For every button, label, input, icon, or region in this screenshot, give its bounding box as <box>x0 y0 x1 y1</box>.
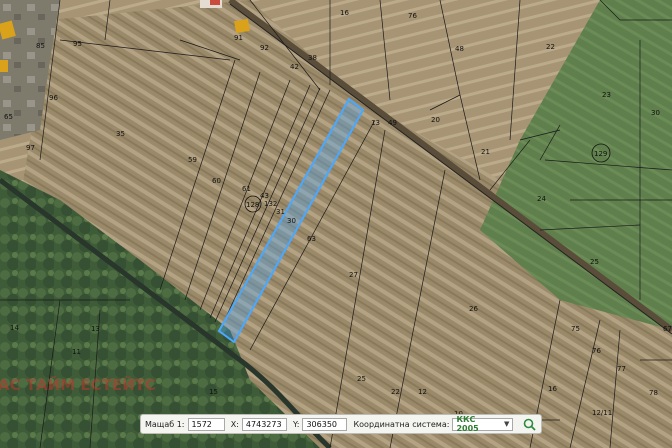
parcel-label: 16 <box>548 385 557 393</box>
parcel-label: 65 <box>4 113 13 121</box>
parcel-label: 59 <box>188 156 197 164</box>
search-icon[interactable] <box>521 416 537 432</box>
cadastral-map[interactable]: 16 76 48 22 38 42 92 91 95 85 96 65 97 3… <box>0 0 672 448</box>
parcel-label: 22 <box>546 43 555 51</box>
parcel-label: 38 <box>308 54 317 62</box>
scale-input[interactable]: 1572 <box>187 417 225 431</box>
parcel-label: 27 <box>349 271 358 279</box>
parcel-label: 96 <box>49 94 58 102</box>
building <box>0 60 8 72</box>
building <box>234 18 250 34</box>
parcel-label: 78 <box>649 389 658 397</box>
y-coordinate-field[interactable]: 306350 <box>302 417 348 431</box>
coordinate-system-select[interactable]: ККС 2005 ▼ <box>452 415 514 433</box>
svg-text:129: 129 <box>594 150 607 158</box>
parcel-label: 63 <box>307 235 316 243</box>
parcel-label: 85 <box>36 42 45 50</box>
parcel-label: 67 <box>663 325 672 333</box>
scale-label: Мащаб 1: <box>145 419 185 429</box>
parcel-label: 15 <box>209 388 218 396</box>
svg-text:128: 128 <box>246 201 259 209</box>
parcel-label: 26 <box>469 305 478 313</box>
parcel-label: 97 <box>26 144 35 152</box>
parcel-label: 30 <box>651 109 660 117</box>
parcel-label: 76 <box>592 347 601 355</box>
parcel-label: 31 <box>276 208 285 216</box>
watermark-text: АС ТАЙМ ЕСТЕЙТС <box>0 375 156 394</box>
parcel-label: 11 <box>72 348 81 356</box>
parcel-label: 16 <box>340 9 349 17</box>
parcel-label: 25 <box>590 258 599 266</box>
chevron-down-icon[interactable]: ▼ <box>504 420 509 428</box>
x-coordinate-label: X: <box>230 419 239 429</box>
map-status-bar: Мащаб 1: 1572 X: 4743273 Y: 306350 Коорд… <box>140 414 542 434</box>
coordinate-system-label: Координатна система: <box>353 419 450 429</box>
parcel-label: 12 <box>418 388 427 396</box>
parcel-label: 43 <box>260 192 269 200</box>
parcel-label: 132 <box>264 200 277 208</box>
building <box>210 0 220 5</box>
parcel-label: 91 <box>234 34 243 42</box>
parcel-label: 61 <box>242 185 251 193</box>
x-coordinate-field[interactable]: 4743273 <box>241 417 287 431</box>
parcel-label: 42 <box>290 63 299 71</box>
parcel-label: 48 <box>455 45 464 53</box>
parcel-label: 60 <box>212 177 221 185</box>
y-coordinate-label: Y: <box>292 419 300 429</box>
parcel-label: 49 <box>388 119 397 127</box>
parcel-label: 24 <box>537 195 546 203</box>
parcel-label: 12/11 <box>592 409 612 417</box>
parcel-label: 22 <box>391 388 400 396</box>
coordinate-system-value: ККС 2005 <box>456 415 479 433</box>
parcel-label: 76 <box>408 12 417 20</box>
parcel-label: 30 <box>287 217 296 225</box>
parcel-label: 95 <box>73 40 82 48</box>
parcel-label: 92 <box>260 44 269 52</box>
parcel-label: 21 <box>481 148 490 156</box>
parcel-label: 75 <box>571 325 580 333</box>
parcel-label: 13 <box>91 325 100 333</box>
parcel-label: 13 <box>371 119 380 127</box>
parcel-label: 77 <box>617 365 626 373</box>
parcel-label: 20 <box>431 116 440 124</box>
parcel-label: 35 <box>116 130 125 138</box>
parcel-label: 14 <box>10 324 19 332</box>
parcel-label: 25 <box>357 375 366 383</box>
parcel-label: 23 <box>602 91 611 99</box>
